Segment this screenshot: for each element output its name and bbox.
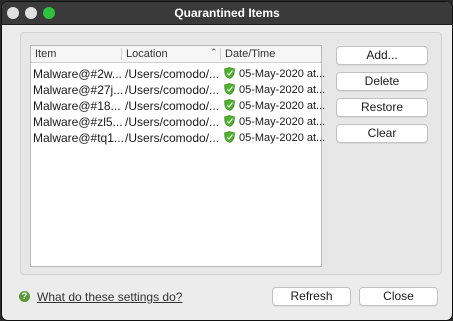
help-icon: ? [19,291,30,302]
location-cell: /Users/comodo/... [125,115,220,129]
clear-button[interactable]: Clear [336,124,428,143]
refresh-button[interactable]: Refresh [272,287,351,306]
item-cell: Malware@#zl5... [33,115,123,129]
content-panel: Item Location ⌃ Date/Time Malware@#2w...… [20,32,442,275]
item-cell: Malware@#tq1... [33,131,124,145]
datetime-cell: 05-May-2020 at... [239,84,326,96]
shield-icon [224,115,235,127]
shield-icon [224,131,235,143]
table-header: Item Location ⌃ Date/Time [31,46,321,63]
help-link[interactable]: What do these settings do? [37,290,182,304]
quarantine-table[interactable]: Item Location ⌃ Date/Time Malware@#2w...… [30,45,325,267]
column-header-datetime[interactable]: Date/Time [225,48,275,60]
table-row[interactable]: Malware@#2w... /Users/comodo/... 05-May-… [31,66,325,82]
datetime-cell: 05-May-2020 at... [239,116,326,128]
column-header-item[interactable]: Item [35,48,56,60]
table-row[interactable]: Malware@#tq1... /Users/comodo/... 05-May… [31,130,325,146]
table-row[interactable]: Malware@#27j... /Users/comodo/... 05-May… [31,82,325,98]
location-cell: /Users/comodo/... [125,83,220,97]
location-cell: /Users/comodo/... [125,99,220,113]
shield-icon [224,83,235,95]
table-row[interactable]: Malware@#18... /Users/comodo/... 05-May-… [31,98,325,114]
datetime-cell: 05-May-2020 at... [239,100,326,112]
sort-ascending-icon: ⌃ [210,47,218,57]
column-divider [121,48,122,60]
shield-icon [224,67,235,79]
window-title: Quarantined Items [174,6,280,20]
column-header-location[interactable]: Location [126,48,168,60]
location-cell: /Users/comodo/... [125,131,220,145]
item-cell: Malware@#27j... [33,83,124,97]
title-bar: Quarantined Items [2,2,452,25]
item-cell: Malware@#2w... [33,67,122,81]
item-cell: Malware@#18... [33,99,121,113]
column-divider [220,48,221,60]
delete-button[interactable]: Delete [336,72,428,91]
table-row[interactable]: Malware@#zl5... /Users/comodo/... 05-May… [31,114,325,130]
close-button[interactable]: Close [359,287,438,306]
location-cell: /Users/comodo/... [125,67,220,81]
datetime-cell: 05-May-2020 at... [239,68,326,80]
restore-button[interactable]: Restore [336,98,428,117]
datetime-cell: 05-May-2020 at... [239,132,326,144]
add-button[interactable]: Add... [336,46,428,65]
quarantined-items-window: Quarantined Items Item Location ⌃ Date/T… [2,2,452,320]
shield-icon [224,99,235,111]
